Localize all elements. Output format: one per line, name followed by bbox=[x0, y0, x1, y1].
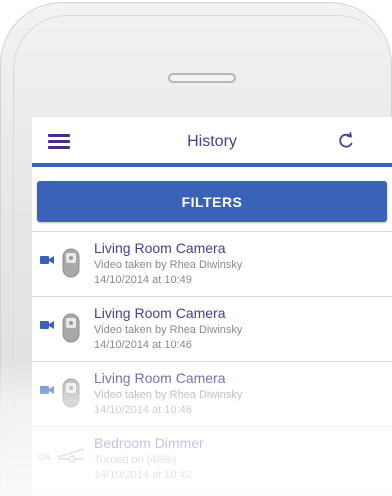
camera-device-icon bbox=[62, 378, 80, 408]
history-item[interactable]: Living Room Camera Video taken by Rhea D… bbox=[32, 297, 392, 362]
event-timestamp: 14/10/2014 at 10:49 bbox=[94, 274, 192, 286]
filters-button-label: FILTERS bbox=[181, 193, 243, 210]
on-status-label: ON bbox=[38, 453, 50, 462]
device-name: Bedroom Dimmer bbox=[94, 435, 204, 451]
history-item[interactable]: Living Room Camera Video taken by Rhea D… bbox=[32, 362, 392, 427]
camera-device-icon bbox=[62, 248, 80, 278]
refresh-icon[interactable] bbox=[336, 131, 356, 151]
video-camera-icon bbox=[40, 256, 54, 264]
app-header: History bbox=[32, 117, 392, 167]
event-description: Turned on (46%) bbox=[94, 454, 177, 466]
camera-device-icon bbox=[62, 313, 80, 343]
device-name: Living Room Camera bbox=[94, 240, 226, 256]
filters-button[interactable]: FILTERS bbox=[37, 181, 387, 222]
phone-speaker bbox=[168, 73, 236, 83]
event-timestamp: 14/10/2014 at 10:42 bbox=[94, 469, 192, 481]
video-camera-icon bbox=[40, 321, 54, 329]
event-timestamp: 14/10/2014 at 10:46 bbox=[94, 404, 192, 416]
app-screen: History FILTERS Living Room Camera Video… bbox=[32, 117, 392, 496]
event-description: Video taken by Rhea Diwinsky bbox=[94, 324, 243, 336]
event-description: Video taken by Rhea Diwinsky bbox=[94, 389, 243, 401]
video-camera-icon bbox=[40, 386, 54, 394]
history-list: Living Room Camera Video taken by Rhea D… bbox=[32, 232, 392, 492]
device-name: Living Room Camera bbox=[94, 370, 226, 386]
event-timestamp: 14/10/2014 at 10:46 bbox=[94, 339, 192, 351]
history-item[interactable]: ON Bedroom Dimmer Turned on (46%) 14/10/… bbox=[32, 427, 392, 492]
device-name: Living Room Camera bbox=[94, 305, 226, 321]
event-description: Video taken by Rhea Diwinsky bbox=[94, 259, 243, 271]
dimmer-slider-icon bbox=[57, 448, 85, 463]
history-item[interactable]: Living Room Camera Video taken by Rhea D… bbox=[32, 232, 392, 297]
